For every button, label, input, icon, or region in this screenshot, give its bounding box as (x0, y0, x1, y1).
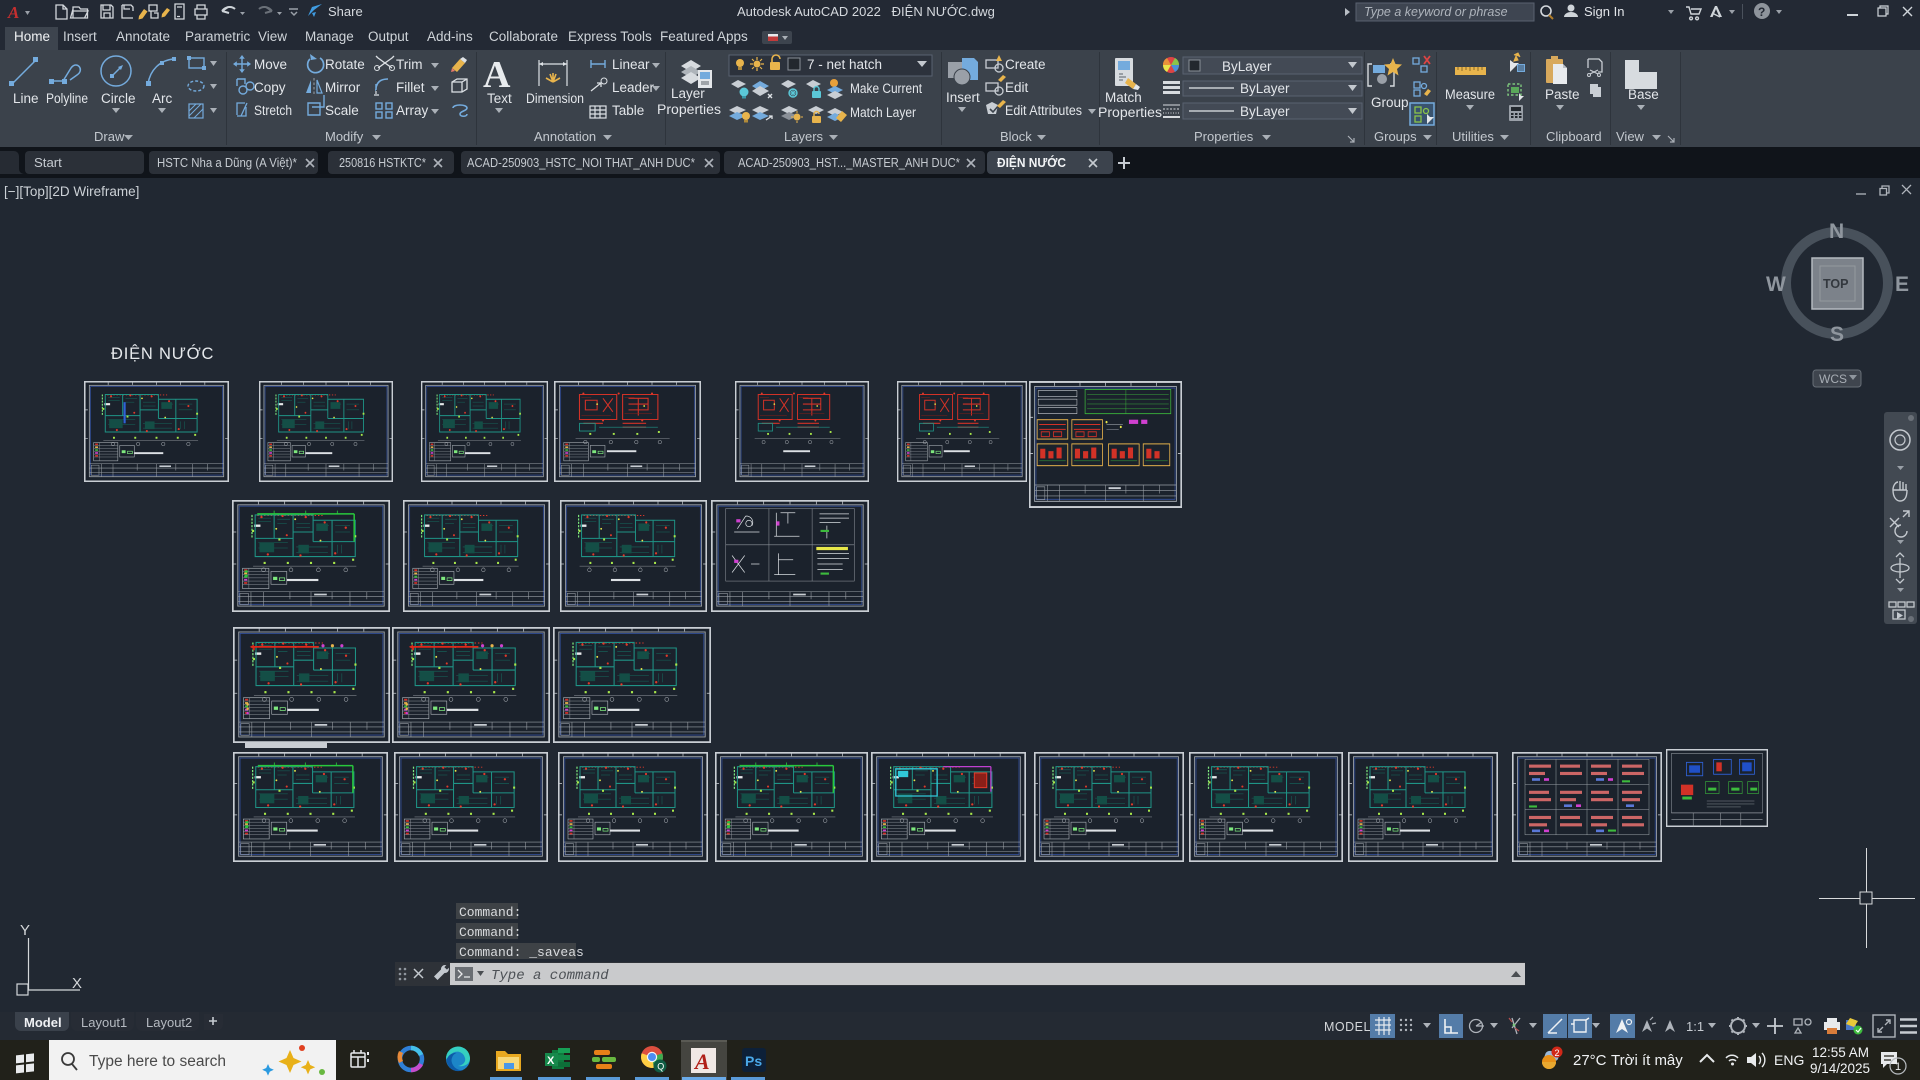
svg-text:Leader: Leader (612, 80, 655, 95)
svg-text:Polyline: Polyline (46, 91, 88, 106)
svg-text:Modify: Modify (325, 129, 364, 144)
svg-text:ACAD-250903_HST..._MASTER_ANH: ACAD-250903_HST..._MASTER_ANH DUC* (738, 155, 960, 170)
svg-text:A: A (693, 1049, 710, 1074)
svg-text:Annotation: Annotation (534, 129, 596, 144)
svg-text:Match: Match (1105, 90, 1142, 105)
svg-text:Properties: Properties (1098, 105, 1162, 120)
svg-text:ByLayer: ByLayer (1240, 81, 1290, 96)
svg-text:Utilities: Utilities (1452, 129, 1494, 144)
svg-text:Layers: Layers (784, 129, 824, 144)
svg-text:Insert: Insert (946, 90, 980, 105)
svg-text:Trời ít mây: Trời ít mây (1611, 1052, 1683, 1069)
svg-text:ByLayer: ByLayer (1222, 59, 1272, 74)
svg-text:Measure: Measure (1445, 87, 1495, 102)
svg-text:Start: Start (34, 155, 62, 170)
svg-text:Home: Home (14, 29, 50, 44)
svg-text:1: 1 (1895, 1061, 1901, 1073)
svg-text:Layout2: Layout2 (146, 1015, 192, 1030)
svg-text:Layout1: Layout1 (81, 1015, 127, 1030)
svg-text:Share: Share (328, 4, 363, 19)
svg-text:Make Current: Make Current (850, 81, 922, 96)
svg-text:Linear: Linear (612, 57, 650, 72)
svg-text:Paste: Paste (1545, 87, 1580, 102)
svg-text:Autodesk AutoCAD 2022 ĐIỆN N: Autodesk AutoCAD 2022 ĐIỆN NƯỚC.dwg (737, 4, 995, 19)
svg-text:12:55 AM: 12:55 AM (1812, 1045, 1869, 1060)
svg-text:Type a keyword or phrase: Type a keyword or phrase (1364, 5, 1508, 19)
svg-text:Edit Attributes: Edit Attributes (1005, 103, 1082, 118)
svg-text:Trim: Trim (396, 57, 423, 72)
svg-text:7 - net hatch: 7 - net hatch (807, 57, 882, 72)
svg-text:X: X (547, 1055, 555, 1067)
svg-text:?: ? (1758, 5, 1765, 19)
svg-text:Insert: Insert (63, 29, 97, 44)
svg-text:Edit: Edit (1005, 80, 1029, 95)
svg-text:Group: Group (1371, 95, 1409, 110)
svg-text:Create: Create (1005, 57, 1046, 72)
svg-text:View: View (1616, 129, 1645, 144)
svg-text:Express Tools: Express Tools (568, 29, 652, 44)
svg-text:Rotate: Rotate (325, 57, 365, 72)
svg-text:Dimension: Dimension (526, 91, 584, 106)
svg-text:A: A (483, 54, 511, 96)
svg-text:Block: Block (1000, 129, 1032, 144)
svg-text:9/14/2025: 9/14/2025 (1810, 1061, 1870, 1076)
svg-text:View: View (258, 29, 287, 44)
svg-text:Text: Text (487, 91, 512, 106)
svg-text:Array: Array (396, 103, 429, 118)
svg-text:Collaborate: Collaborate (489, 29, 558, 44)
svg-text:Output: Output (368, 29, 409, 44)
svg-text:27°C: 27°C (1573, 1052, 1607, 1069)
svg-text:Draw: Draw (94, 129, 125, 144)
svg-text:Line: Line (13, 91, 39, 106)
svg-text:Type here to search: Type here to search (89, 1053, 226, 1070)
svg-text:HSTC Nha a Dũng (A Việt)*: HSTC Nha a Dũng (A Việt)* (157, 155, 297, 170)
svg-text:Q: Q (657, 1062, 664, 1072)
svg-text:Parametric: Parametric (185, 29, 251, 44)
svg-text:Fillet: Fillet (396, 80, 425, 95)
svg-text:Copy: Copy (254, 80, 286, 95)
svg-text:Circle: Circle (101, 91, 136, 106)
svg-text:Clipboard: Clipboard (1546, 129, 1602, 144)
svg-text:Groups: Groups (1374, 129, 1417, 144)
svg-text:Model: Model (24, 1015, 62, 1030)
svg-text:Featured Apps: Featured Apps (660, 29, 748, 44)
svg-text:ACAD-250903_HSTC_NOI THAT_ANH: ACAD-250903_HSTC_NOI THAT_ANH DUC* (467, 155, 695, 170)
svg-text:Sign In: Sign In (1584, 4, 1624, 19)
svg-text:Arc: Arc (152, 91, 173, 106)
svg-text:ĐIỆN NƯỚC: ĐIỆN NƯỚC (997, 155, 1066, 170)
svg-text:MODEL: MODEL (1324, 1020, 1371, 1034)
svg-text:Layer: Layer (671, 86, 705, 101)
svg-text:Stretch: Stretch (254, 103, 292, 118)
svg-text:250816 HSTKTC*: 250816 HSTKTC* (339, 155, 426, 170)
svg-text:Table: Table (612, 103, 644, 118)
svg-text:1:1: 1:1 (1686, 1019, 1704, 1034)
svg-text:Match Layer: Match Layer (850, 105, 916, 120)
svg-text:Properties: Properties (1194, 129, 1254, 144)
svg-text:2: 2 (1555, 1048, 1560, 1058)
svg-text:Add-ins: Add-ins (427, 29, 473, 44)
svg-text:Properties: Properties (657, 102, 721, 117)
svg-text:Mirror: Mirror (325, 80, 361, 95)
svg-text:Manage: Manage (305, 29, 354, 44)
svg-text:Base: Base (1628, 87, 1659, 102)
svg-text:Annotate: Annotate (116, 29, 170, 44)
svg-text:A: A (7, 3, 19, 22)
svg-text:Scale: Scale (325, 103, 359, 118)
svg-text:ENG: ENG (1774, 1052, 1804, 1068)
svg-text:Ps: Ps (745, 1053, 762, 1069)
svg-text:Move: Move (254, 57, 287, 72)
svg-text:ByLayer: ByLayer (1240, 104, 1290, 119)
